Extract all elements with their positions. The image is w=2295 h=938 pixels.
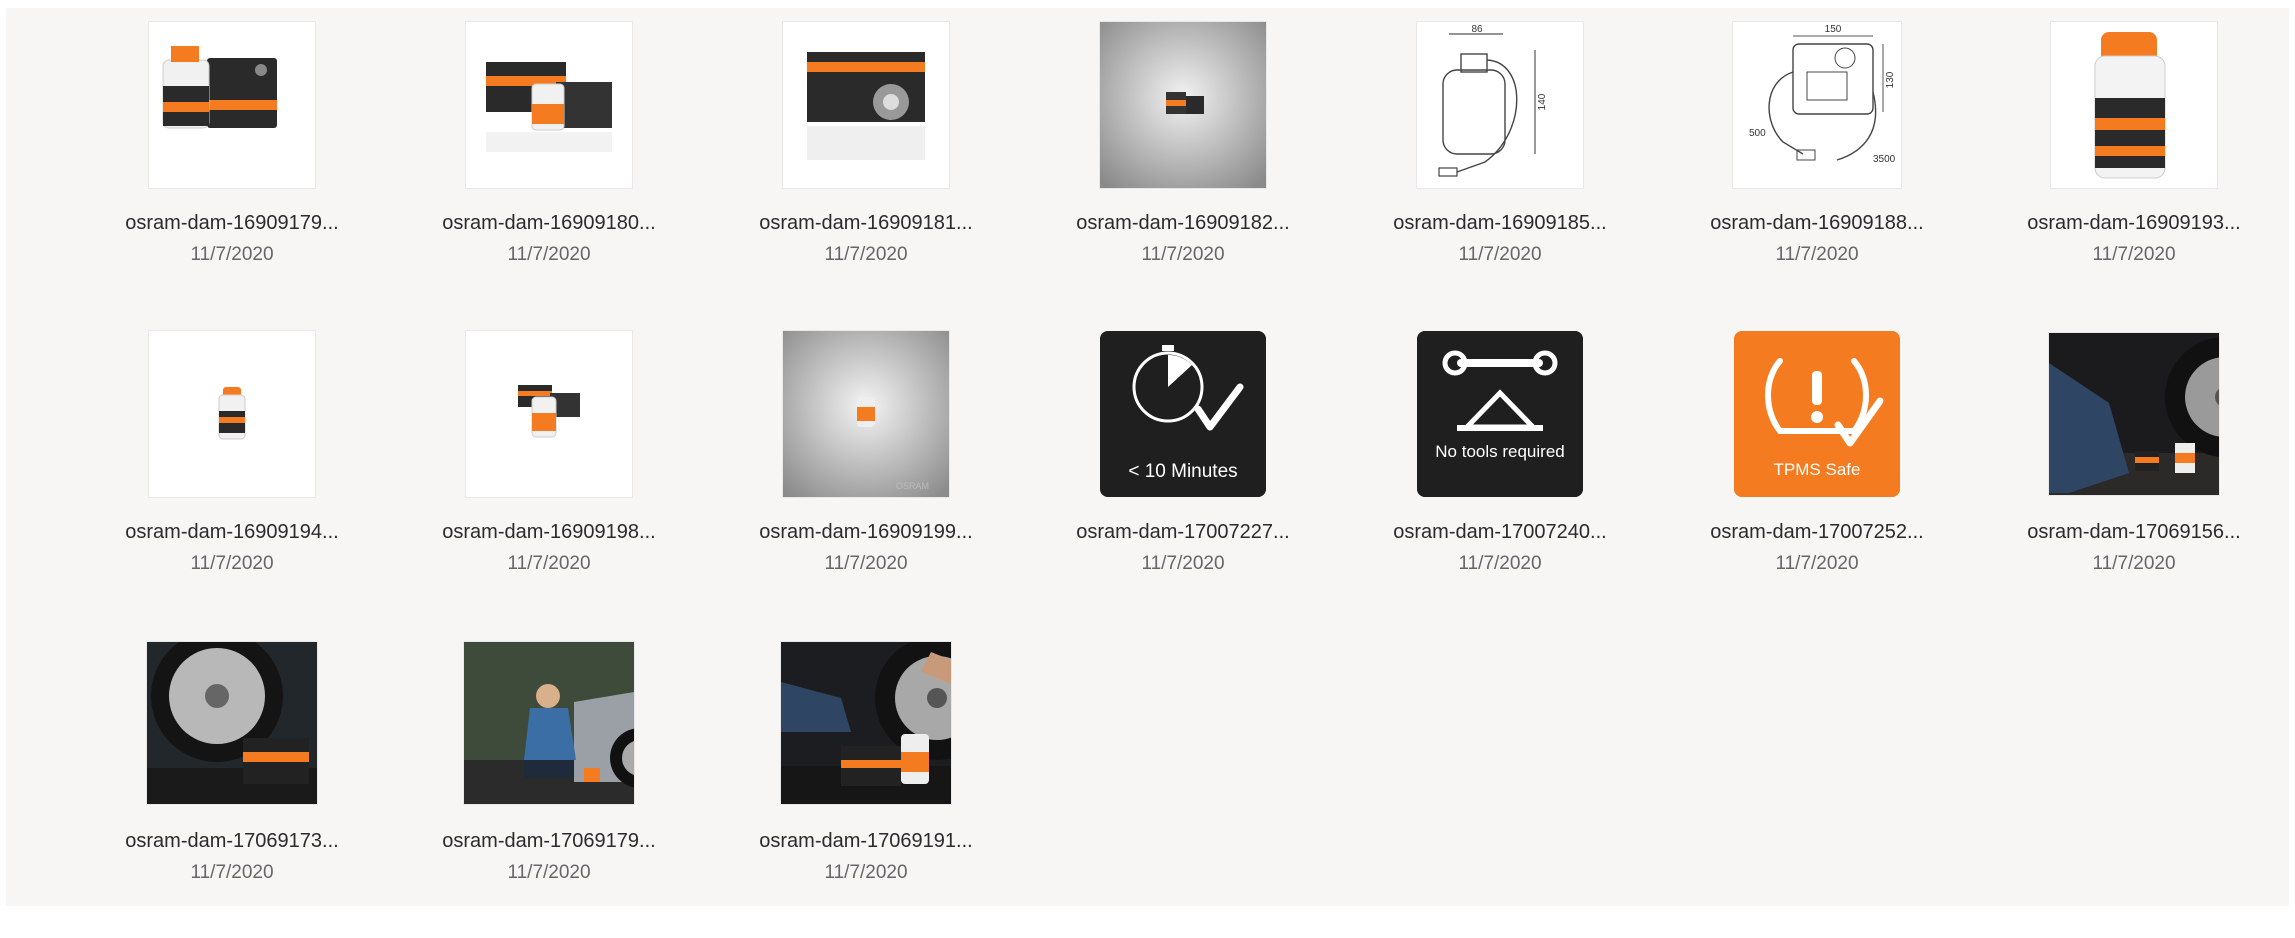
file-name: osram-dam-16909185... <box>1393 212 1607 234</box>
file-item[interactable]: 150 130 500 3500 osram-dam-16909188... 1… <box>1658 20 1976 320</box>
file-date: 11/7/2020 <box>507 862 591 883</box>
thumbnail-icon-timer: < 10 Minutes <box>1100 331 1266 497</box>
thumbnail-product-grey-small <box>1100 22 1266 188</box>
thumbnail-product-box <box>783 22 949 188</box>
file-date: 11/7/2020 <box>1775 244 1859 265</box>
thumbnail-photo-wheel-hand <box>2049 333 2219 495</box>
file-item[interactable]: osram-dam-17069173... 11/7/2020 <box>73 638 391 938</box>
svg-text:500: 500 <box>1749 128 1766 139</box>
file-item[interactable]: osram-dam-16909194... 11/7/2020 <box>73 329 391 629</box>
file-name: osram-dam-17069173... <box>125 830 339 852</box>
file-name: osram-dam-17007252... <box>1710 521 1924 543</box>
file-date: 11/7/2020 <box>507 244 591 265</box>
thumbnail-photo-hands-tyre <box>781 642 951 804</box>
thumbnail-product-kit <box>149 22 315 188</box>
file-item[interactable]: osram-dam-17069191... 11/7/2020 <box>707 638 1025 938</box>
file-date: 11/7/2020 <box>1458 553 1542 574</box>
file-name: osram-dam-16909193... <box>2027 212 2241 234</box>
file-item[interactable]: osram-dam-16909180... 11/7/2020 <box>390 20 708 320</box>
thumbnail-product-kit-box <box>466 22 632 188</box>
svg-text:TPMS Safe: TPMS Safe <box>1774 460 1861 479</box>
file-item[interactable]: osram-dam-16909198... 11/7/2020 <box>390 329 708 629</box>
file-date: 11/7/2020 <box>2092 553 2176 574</box>
tpms-warning-icon: TPMS Safe <box>1734 331 1900 497</box>
file-item[interactable]: 86 140 osram-dam-16909185... 11/7/2020 <box>1341 20 1659 320</box>
file-item[interactable]: osram-dam-16909181... 11/7/2020 <box>707 20 1025 320</box>
svg-text:3500: 3500 <box>1873 154 1896 165</box>
svg-text:150: 150 <box>1825 24 1842 35</box>
svg-text:140: 140 <box>1537 93 1548 110</box>
file-item[interactable]: osram-dam-17069156... 11/7/2020 <box>1975 329 2293 629</box>
file-item[interactable]: osram-dam-16909179... 11/7/2020 <box>73 20 391 320</box>
file-name: osram-dam-17069156... <box>2027 521 2241 543</box>
thumbnail-dimension-drawing-compressor: 150 130 500 3500 <box>1733 22 1901 188</box>
svg-text:86: 86 <box>1471 24 1483 35</box>
file-date: 11/7/2020 <box>824 862 908 883</box>
file-date: 11/7/2020 <box>2092 244 2176 265</box>
wrench-jack-icon: No tools required <box>1417 331 1583 497</box>
file-date: 11/7/2020 <box>824 553 908 574</box>
thumbnail-product-bottle-small <box>149 331 315 497</box>
file-name: osram-dam-16909179... <box>125 212 339 234</box>
file-date: 11/7/2020 <box>1141 553 1225 574</box>
file-name: osram-dam-16909199... <box>759 521 973 543</box>
thumbnail-product-bottle <box>2051 22 2217 188</box>
thumbnail-product-kit-small <box>466 331 632 497</box>
thumbnail-dimension-drawing-bottle: 86 140 <box>1417 22 1583 188</box>
file-explorer-pane: osram-dam-16909179... 11/7/2020 osram-da… <box>6 8 2289 906</box>
thumbnail-icon-tpms: TPMS Safe <box>1734 331 1900 497</box>
file-date: 11/7/2020 <box>824 244 908 265</box>
file-date: 11/7/2020 <box>1775 553 1859 574</box>
file-date: 11/7/2020 <box>507 553 591 574</box>
file-item[interactable]: osram-dam-17069179... 11/7/2020 <box>390 638 708 938</box>
file-date: 11/7/2020 <box>1458 244 1542 265</box>
file-name: osram-dam-16909180... <box>442 212 656 234</box>
file-name: osram-dam-16909181... <box>759 212 973 234</box>
file-name: osram-dam-16909198... <box>442 521 656 543</box>
thumbnail-photo-man-car <box>464 642 634 804</box>
file-item[interactable]: osram-dam-16909193... 11/7/2020 <box>1975 20 2293 320</box>
file-item[interactable]: osram-dam-16909182... 11/7/2020 <box>1024 20 1342 320</box>
file-date: 11/7/2020 <box>190 244 274 265</box>
file-name: osram-dam-17069191... <box>759 830 973 852</box>
svg-text:130: 130 <box>1885 71 1896 88</box>
file-name: osram-dam-16909194... <box>125 521 339 543</box>
file-item[interactable]: OSRAM osram-dam-16909199... 11/7/2020 <box>707 329 1025 629</box>
stopwatch-icon: < 10 Minutes <box>1100 331 1266 497</box>
file-item[interactable]: No tools required osram-dam-17007240... … <box>1341 329 1659 629</box>
file-item[interactable]: TPMS Safe osram-dam-17007252... 11/7/202… <box>1658 329 1976 629</box>
file-name: osram-dam-17007227... <box>1076 521 1290 543</box>
thumbnail-grid: osram-dam-16909179... 11/7/2020 osram-da… <box>6 8 2289 906</box>
thumbnail-photo-wheel-kit <box>147 642 317 804</box>
file-item[interactable]: < 10 Minutes osram-dam-17007227... 11/7/… <box>1024 329 1342 629</box>
svg-text:< 10 Minutes: < 10 Minutes <box>1128 461 1237 482</box>
svg-text:No tools required: No tools required <box>1435 442 1564 461</box>
thumbnail-icon-no-tools: No tools required <box>1417 331 1583 497</box>
file-name: osram-dam-16909182... <box>1076 212 1290 234</box>
thumbnail-product-grey-bottle: OSRAM <box>783 331 949 497</box>
svg-text:OSRAM: OSRAM <box>896 481 929 491</box>
file-name: osram-dam-17007240... <box>1393 521 1607 543</box>
file-name: osram-dam-17069179... <box>442 830 656 852</box>
file-date: 11/7/2020 <box>1141 244 1225 265</box>
file-date: 11/7/2020 <box>190 553 274 574</box>
file-date: 11/7/2020 <box>190 862 274 883</box>
file-name: osram-dam-16909188... <box>1710 212 1924 234</box>
